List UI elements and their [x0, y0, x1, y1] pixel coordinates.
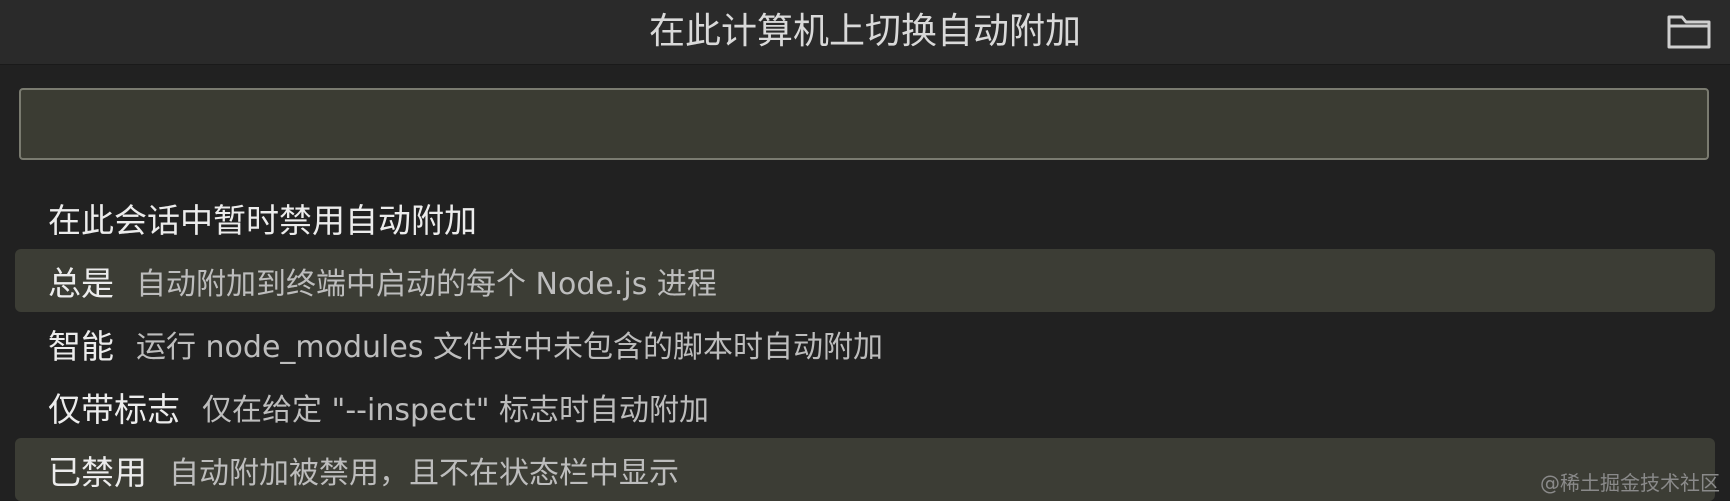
folder-icon[interactable] — [1666, 11, 1712, 51]
option-label: 仅带标志 — [48, 389, 180, 429]
option-label: 已禁用 — [48, 452, 147, 492]
options-list: 在此会话中暂时禁用自动附加 总是 自动附加到终端中启动的每个 Node.js 进… — [15, 186, 1715, 501]
option-description: 运行 node_modules 文件夹中未包含的脚本时自动附加 — [136, 329, 883, 365]
option-smart[interactable]: 智能 运行 node_modules 文件夹中未包含的脚本时自动附加 — [15, 312, 1715, 375]
search-box[interactable] — [19, 88, 1709, 160]
option-disabled[interactable]: 已禁用 自动附加被禁用，且不在状态栏中显示 — [15, 438, 1715, 501]
option-description: 仅在给定 "--inspect" 标志时自动附加 — [202, 392, 710, 428]
watermark: @稀土掘金技术社区 — [1540, 471, 1720, 495]
option-description: 自动附加被禁用，且不在状态栏中显示 — [169, 455, 679, 491]
option-label: 总是 — [48, 263, 114, 303]
option-temporary-disable[interactable]: 在此会话中暂时禁用自动附加 — [15, 186, 1715, 249]
option-only-with-flag[interactable]: 仅带标志 仅在给定 "--inspect" 标志时自动附加 — [15, 375, 1715, 438]
option-label: 在此会话中暂时禁用自动附加 — [48, 200, 477, 240]
option-always[interactable]: 总是 自动附加到终端中启动的每个 Node.js 进程 — [15, 249, 1715, 312]
quick-pick-title: 在此计算机上切换自动附加 — [648, 11, 1081, 52]
search-input[interactable] — [21, 90, 1707, 158]
quick-pick-panel: 在此计算机上切换自动附加 在此会话中暂时禁用自动附加 总是 自动附加到终端中启动… — [0, 0, 1730, 501]
quick-pick-header: 在此计算机上切换自动附加 — [0, 0, 1730, 65]
option-description: 自动附加到终端中启动的每个 Node.js 进程 — [136, 266, 717, 302]
option-label: 智能 — [48, 326, 114, 366]
